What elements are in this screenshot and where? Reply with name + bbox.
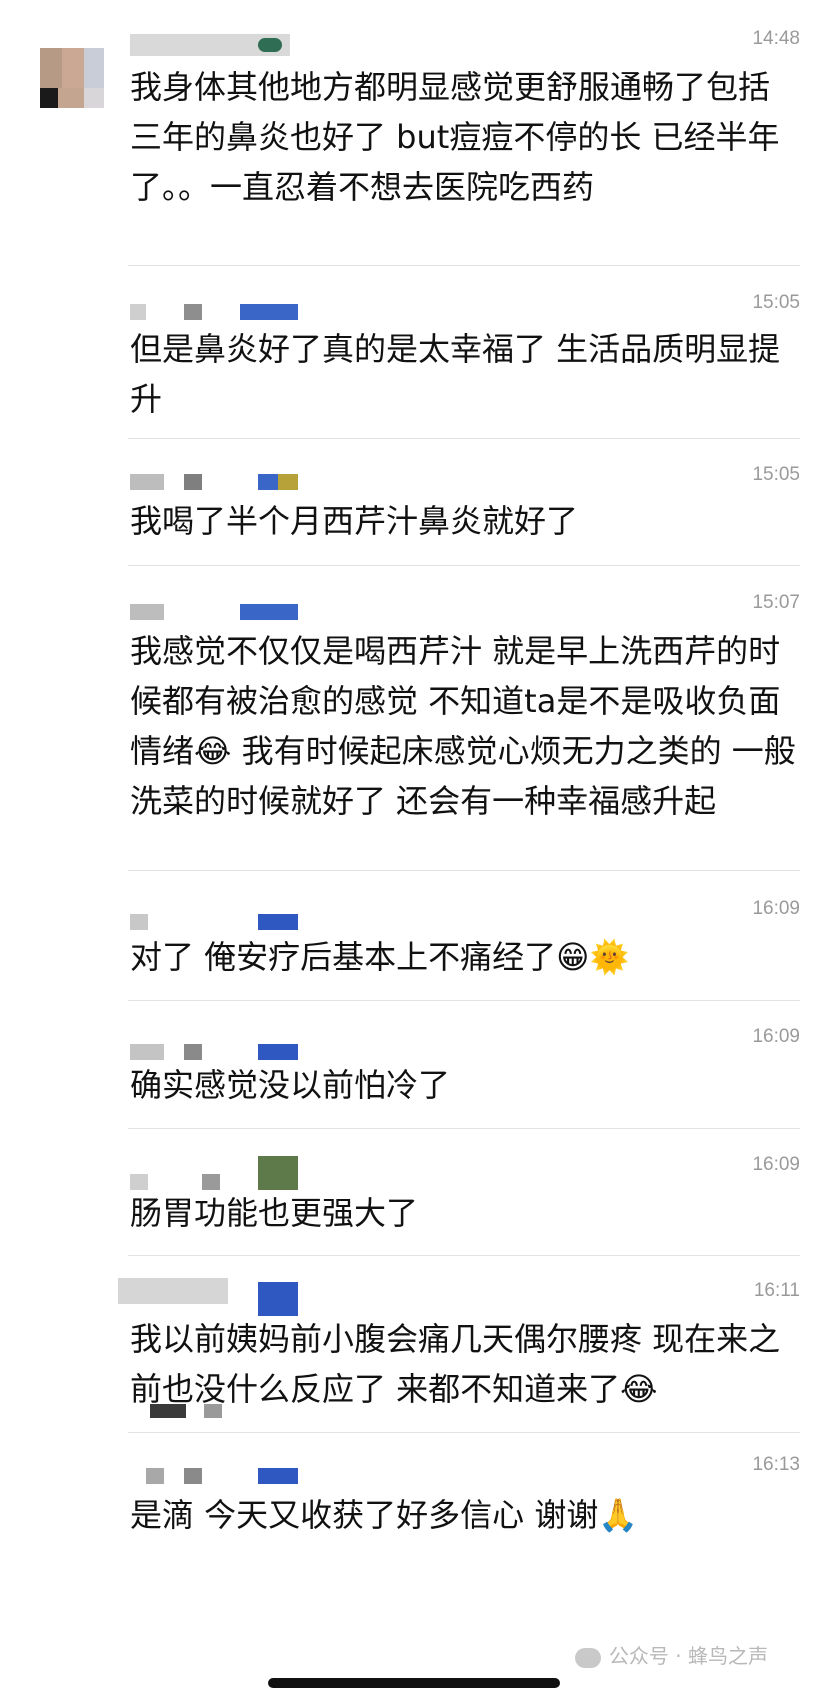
username-blurred [184,1044,202,1060]
comment-text: 是滴 今天又收获了好多信心 谢谢🙏 [130,1496,639,1534]
comment-item: 16:09 对了 俺安疗后基本上不痛经了😁🌞 [130,896,800,996]
comment-text: 我以前姨妈前小腹会痛几天偶尔腰疼 现在来之前也没什么反应了 来都不知道来了😂 [130,1320,781,1408]
divider [128,1000,800,1001]
timestamp: 16:09 [752,1154,800,1175]
timestamp: 16:11 [753,1280,800,1301]
username-blurred [130,604,164,620]
username-blurred [118,1278,228,1304]
comment-item: 15:05 但是鼻炎好了真的是太幸福了 生活品质明显提升 [130,290,800,430]
comment-item: 15:05 我喝了半个月西芹汁鼻炎就好了 [130,462,800,562]
username-blurred [150,1404,186,1418]
username-blurred [130,474,164,490]
comment-item: 16:13 是滴 今天又收获了好多信心 谢谢🙏 [130,1452,800,1562]
timestamp: 15:05 [752,464,800,485]
username-blurred [184,474,202,490]
timestamp: 15:07 [752,592,800,613]
comment-item: 16:11 我以前姨妈前小腹会痛几天偶尔腰疼 现在来之前也没什么反应了 来都不知… [118,1278,800,1428]
username-blurred [204,1404,222,1418]
username-blurred [130,914,148,930]
username-blurred [130,304,146,320]
divider [128,1128,800,1129]
comment-text: 我感觉不仅仅是喝西芹汁 就是早上洗西芹的时候都有被治愈的感觉 不知道ta是不是吸… [130,632,796,820]
username-blurred [258,474,278,490]
divider [128,870,800,871]
avatar[interactable] [40,48,104,108]
badge-blurred [258,38,282,52]
timestamp: 15:05 [752,292,800,313]
username-blurred [130,1044,164,1060]
username-blurred [184,304,202,320]
home-indicator[interactable] [268,1678,560,1688]
username-blurred [258,1156,298,1190]
username-blurred [258,1282,298,1316]
username-blurred [240,304,298,320]
timestamp: 16:09 [752,1026,800,1047]
divider [128,1432,800,1433]
comment-text: 确实感觉没以前怕冷了 [130,1066,451,1104]
username-blurred [258,1468,298,1484]
watermark: 公众号 · 蜂鸟之声 [574,1640,768,1669]
wechat-official-account-icon [574,1647,601,1668]
timestamp: 14:48 [752,28,800,49]
comment-item: 16:09 肠胃功能也更强大了 [130,1152,800,1252]
username-blurred [146,1468,164,1484]
watermark-text: 公众号 · 蜂鸟之声 [608,1644,768,1668]
divider [128,438,800,439]
username-blurred [258,914,298,930]
comment-text: 肠胃功能也更强大了 [130,1194,419,1232]
comment-text: 但是鼻炎好了真的是太幸福了 生活品质明显提升 [130,330,781,418]
username-blurred [184,1468,202,1484]
comment-item: 16:09 确实感觉没以前怕冷了 [130,1024,800,1124]
divider [128,265,800,266]
divider [128,1255,800,1256]
timestamp: 16:09 [752,898,800,919]
username-blurred [258,1044,298,1060]
divider [128,565,800,566]
username-blurred [240,604,298,620]
comment-item: 14:48 我身体其他地方都明显感觉更舒服通畅了包括三年的鼻炎也好了 but痘痘… [130,28,800,268]
comment-text: 对了 俺安疗后基本上不痛经了😁🌞 [130,938,630,976]
comment-item: 15:07 我感觉不仅仅是喝西芹汁 就是早上洗西芹的时候都有被治愈的感觉 不知道… [130,590,800,860]
timestamp: 16:13 [752,1454,800,1475]
comment-text: 我身体其他地方都明显感觉更舒服通畅了包括三年的鼻炎也好了 but痘痘不停的长 已… [130,68,780,206]
comment-text: 我喝了半个月西芹汁鼻炎就好了 [130,502,579,540]
